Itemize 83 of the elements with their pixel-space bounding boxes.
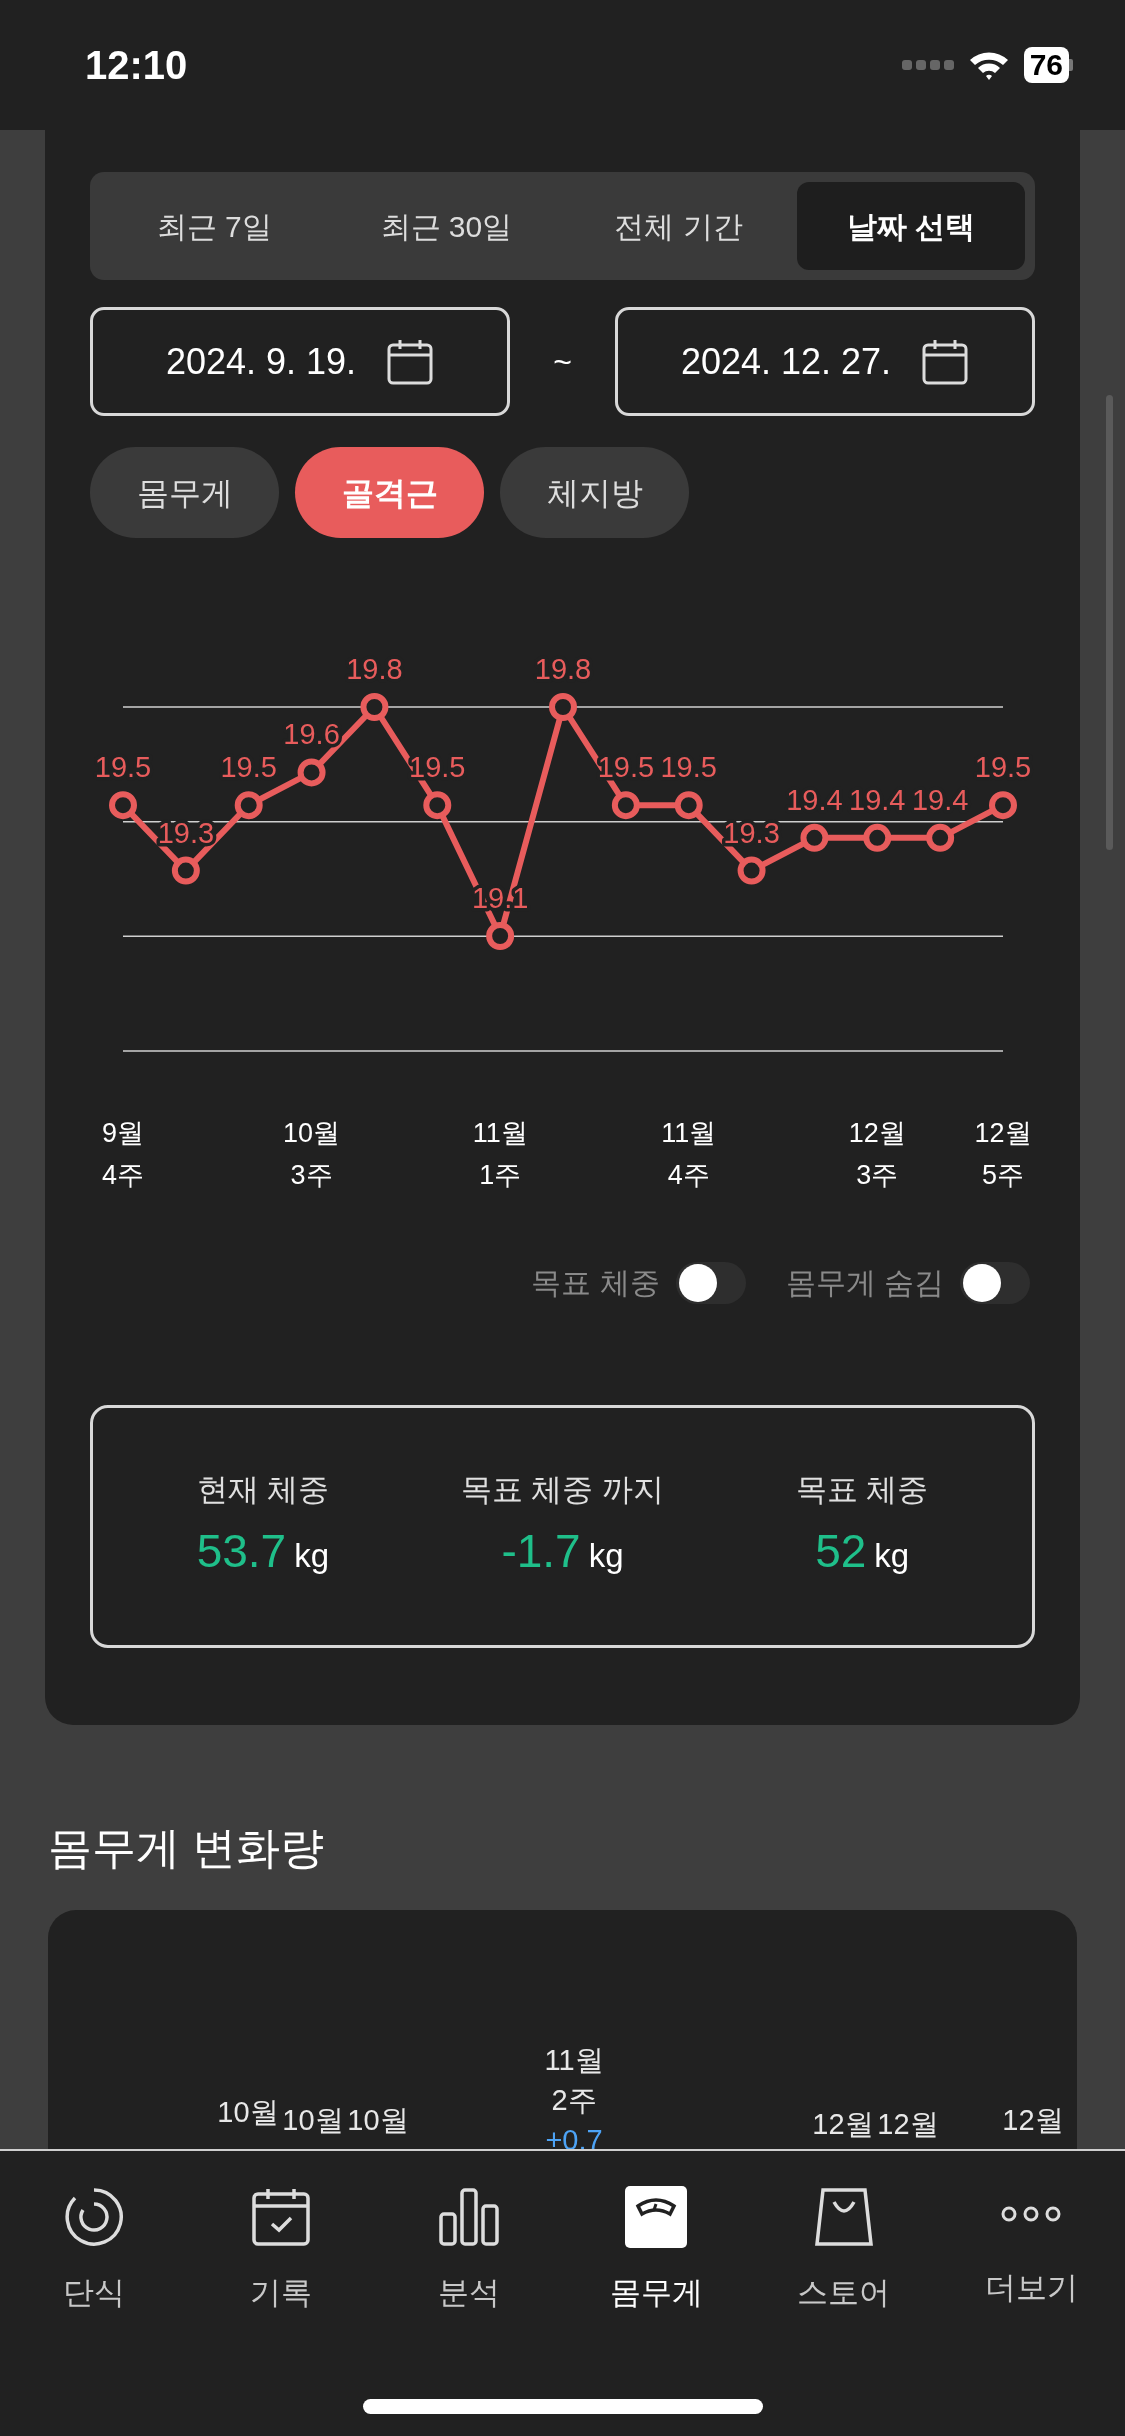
axis-label: 11월 — [472, 1118, 528, 1148]
stat-unit: kg — [294, 1536, 329, 1577]
period-tab[interactable]: 최근 30일 — [332, 182, 561, 270]
data-point — [926, 823, 955, 852]
axis-label: 11월 — [661, 1118, 717, 1148]
data-point — [109, 791, 137, 820]
range-separator: ~ — [553, 342, 572, 382]
metric-chip[interactable]: 체지방 — [500, 447, 689, 538]
toggle-switch[interactable] — [675, 1261, 746, 1304]
stat-unit: kg — [874, 1536, 910, 1577]
data-point — [297, 758, 326, 787]
toggle-label: 목표 체중 — [531, 1265, 660, 1301]
axis-label: 5주 — [982, 1160, 1024, 1190]
toggle-switch[interactable] — [960, 1261, 1030, 1304]
date-field[interactable]: 2024. 12. 27. — [615, 307, 1035, 416]
tab-bar-item[interactable]: 단식 — [0, 2151, 188, 2311]
timer-icon — [62, 2186, 125, 2248]
tab-bar-item[interactable]: 기록 — [187, 2151, 375, 2311]
section-title: 몸무게 변화량 — [48, 1823, 326, 1873]
data-point — [989, 791, 1017, 820]
data-label: 19.8 — [346, 653, 403, 685]
data-label: 19.4 — [911, 783, 969, 816]
data-label: 19.5 — [94, 751, 152, 784]
axis-label: 2주 — [551, 2083, 597, 2118]
data-point — [423, 791, 452, 820]
data-point — [171, 856, 200, 885]
stat-label: 목표 체중 — [795, 1470, 929, 1509]
metric-chip[interactable]: 몸무게 — [90, 447, 279, 538]
status-time: 12:10 — [85, 42, 188, 89]
bar-chart-icon — [437, 2186, 500, 2248]
data-label: 19.5 — [974, 751, 1032, 784]
axis-label: 12월 — [974, 1118, 1032, 1148]
data-label: 19.5 — [220, 751, 277, 784]
calendar-icon — [386, 337, 435, 386]
period-tab[interactable]: 전체 기간 — [564, 182, 793, 270]
data-label: 19.8 — [534, 653, 592, 685]
data-label: 19.3 — [723, 816, 780, 849]
shopping-bag-icon — [812, 2186, 875, 2248]
tab-bar-item[interactable]: 더보기 — [937, 2151, 1125, 2311]
axis-label: 3주 — [856, 1160, 899, 1190]
calendar-check-icon — [250, 2186, 313, 2248]
axis-label: 11월 — [544, 2043, 604, 2078]
axis-label: 4주 — [667, 1160, 710, 1190]
stat-value: 52 — [815, 1524, 867, 1580]
data-point — [234, 791, 263, 820]
period-tab[interactable]: 최근 7일 — [100, 182, 329, 270]
axis-label: 3주 — [290, 1160, 333, 1190]
data-point — [549, 693, 577, 721]
axis-label: 10월 — [217, 2095, 279, 2130]
data-point — [674, 791, 703, 820]
data-label: 19.5 — [660, 751, 717, 784]
data-label: 19.4 — [849, 783, 906, 816]
data-point — [611, 791, 640, 820]
data-point — [863, 823, 892, 852]
data-point — [800, 823, 829, 852]
signal-icon — [901, 59, 954, 71]
axis-label: 4주 — [102, 1160, 144, 1190]
calendar-icon — [921, 337, 970, 386]
stat-value: -1.7 — [501, 1524, 581, 1580]
axis-label: 10월 — [283, 1118, 341, 1148]
date-field[interactable]: 2024. 9. 19. — [90, 307, 510, 416]
period-tab[interactable]: 날짜 선택 — [796, 182, 1025, 270]
axis-label: 9월 — [102, 1118, 144, 1148]
scale-icon — [625, 2186, 688, 2248]
toggle-label: 몸무게 숨김 — [785, 1265, 944, 1301]
axis-label: 10월 — [347, 2103, 409, 2138]
axis-label: 10월 — [282, 2103, 344, 2138]
data-label: 19.3 — [157, 816, 215, 849]
tab-bar-item[interactable]: 스토어 — [750, 2151, 938, 2311]
data-point — [360, 693, 389, 721]
axis-label: 12월 — [848, 1118, 906, 1148]
stat-unit: kg — [588, 1536, 624, 1577]
axis-label: 12월 — [812, 2107, 874, 2142]
data-label: 19.4 — [786, 783, 843, 816]
stat-value: 53.7 — [196, 1524, 287, 1580]
axis-label: 12월 — [1002, 2103, 1064, 2138]
stat-label: 현재 체중 — [196, 1470, 330, 1509]
stat-label: 목표 체중 까지 — [460, 1470, 665, 1509]
data-point — [737, 856, 766, 885]
axis-label: 1주 — [479, 1160, 522, 1190]
data-point — [486, 922, 515, 950]
data-label: 19.6 — [283, 718, 340, 751]
axis-label: 12월 — [877, 2107, 939, 2142]
